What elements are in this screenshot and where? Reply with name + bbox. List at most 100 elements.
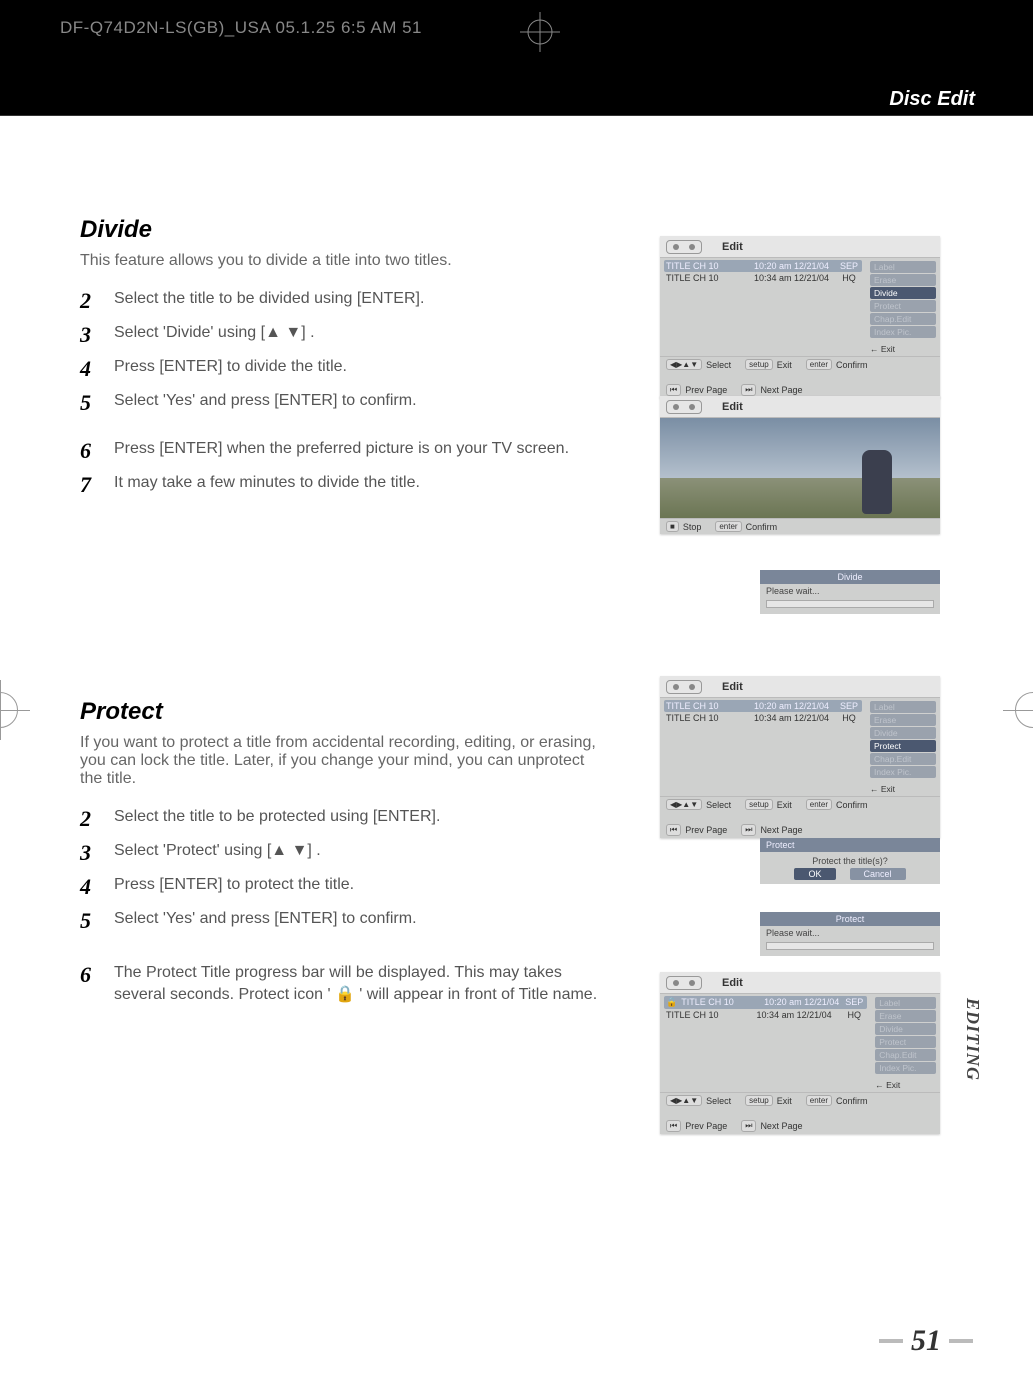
step-text: Press [ENTER] to divide the title. bbox=[114, 356, 347, 378]
menu-divide[interactable]: Divide bbox=[870, 287, 936, 299]
menu-protect[interactable]: Protect bbox=[875, 1036, 936, 1048]
menu-exit[interactable]: ← Exit bbox=[875, 1080, 936, 1090]
step-text: Select 'Yes' and press [ENTER] to confir… bbox=[114, 908, 417, 930]
menu-chapedit[interactable]: Chap.Edit bbox=[870, 313, 936, 325]
step-number: 4 bbox=[80, 874, 114, 900]
menu-exit[interactable]: ← Exit bbox=[870, 784, 936, 794]
setup-key: setup bbox=[745, 359, 773, 370]
title-row: TITLE CH 10 10:20 am 12/21/04 SEP bbox=[664, 260, 862, 272]
menu-erase[interactable]: Erase bbox=[870, 714, 936, 726]
osd-divide-preview: Edit ■Stop enterConfirm bbox=[660, 396, 940, 534]
osd-protect-progress: Protect Please wait... bbox=[760, 912, 940, 956]
menu-label[interactable]: Label bbox=[870, 701, 936, 713]
step-text: Select the title to be divided using [EN… bbox=[114, 288, 424, 310]
dash-icon bbox=[879, 1339, 903, 1343]
step-number: 6 bbox=[80, 962, 114, 988]
remote-icon bbox=[666, 400, 702, 414]
menu-indexpic[interactable]: Index Pic. bbox=[875, 1062, 936, 1074]
enter-key: enter bbox=[715, 521, 741, 532]
progress-title: Divide bbox=[760, 570, 940, 584]
chapter-tab: Disc Edit bbox=[889, 88, 975, 111]
menu-label[interactable]: Label bbox=[875, 997, 936, 1009]
osd-divide-progress: Divide Please wait... bbox=[760, 570, 940, 614]
osd-divide-edit: Edit TITLE CH 10 10:20 am 12/21/04 SEP T… bbox=[660, 236, 940, 398]
menu-exit[interactable]: ← Exit bbox=[870, 344, 936, 354]
page-number: 51 bbox=[879, 1324, 973, 1358]
enter-key: enter bbox=[806, 1095, 832, 1106]
osd-footer: ◀▶▲▼Select setupExit enterConfirm ⏮Prev … bbox=[660, 356, 940, 398]
menu-divide[interactable]: Divide bbox=[870, 727, 936, 739]
title-row: TITLE CH 10 10:34 am 12/21/04 HQ bbox=[664, 272, 862, 284]
progress-text: Please wait... bbox=[760, 584, 940, 598]
step-text: Press [ENTER] when the preferred picture… bbox=[114, 438, 569, 460]
menu-erase[interactable]: Erase bbox=[870, 274, 936, 286]
title-row: TITLE CH 10 10:20 am 12/21/04 SEP bbox=[664, 700, 862, 712]
doc-meta: DF-Q74D2N-LS(GB)_USA 05.1.25 6:5 AM 51 bbox=[60, 18, 422, 38]
menu-label[interactable]: Label bbox=[870, 261, 936, 273]
osd-footer: ■Stop enterConfirm bbox=[660, 518, 940, 534]
setup-key: setup bbox=[745, 799, 773, 810]
osd-protect-result: Edit 🔒 TITLE CH 10 10:20 am 12/21/04 SEP… bbox=[660, 972, 940, 1134]
menu-indexpic[interactable]: Index Pic. bbox=[870, 766, 936, 778]
preview-image bbox=[660, 418, 940, 518]
step-number: 2 bbox=[80, 806, 114, 832]
stop-icon: ■ bbox=[666, 521, 679, 532]
step-number: 4 bbox=[80, 356, 114, 382]
osd-protect-confirm: Protect Protect the title(s)? OK Cancel bbox=[760, 838, 940, 884]
nav-icon: ◀▶▲▼ bbox=[666, 799, 702, 810]
step-number: 3 bbox=[80, 322, 114, 348]
nav-icon: ◀▶▲▼ bbox=[666, 359, 702, 370]
osd-title: Edit bbox=[722, 681, 743, 693]
lock-icon: 🔒 bbox=[666, 997, 677, 1008]
menu-chapedit[interactable]: Chap.Edit bbox=[870, 753, 936, 765]
progress-bar bbox=[766, 942, 934, 950]
osd-footer: ◀▶▲▼Select setupExit enterConfirm ⏮Prev … bbox=[660, 796, 940, 838]
step-text: Select the title to be protected using [… bbox=[114, 806, 440, 828]
title-row: TITLE CH 10 10:34 am 12/21/04 HQ bbox=[664, 1009, 867, 1021]
cancel-button[interactable]: Cancel bbox=[850, 868, 906, 880]
setup-key: setup bbox=[745, 1095, 773, 1106]
next-icon: ⏭ bbox=[741, 1120, 756, 1132]
menu-divide[interactable]: Divide bbox=[875, 1023, 936, 1035]
osd-footer: ◀▶▲▼Select setupExit enterConfirm ⏮Prev … bbox=[660, 1092, 940, 1134]
step-text: Press [ENTER] to protect the title. bbox=[114, 874, 354, 896]
menu-chapedit[interactable]: Chap.Edit bbox=[875, 1049, 936, 1061]
nav-icon: ◀▶▲▼ bbox=[666, 1095, 702, 1106]
menu-indexpic[interactable]: Index Pic. bbox=[870, 326, 936, 338]
step-text: Select 'Protect' using [▲ ▼] . bbox=[114, 840, 321, 862]
ok-button[interactable]: OK bbox=[794, 868, 835, 880]
step-number: 2 bbox=[80, 288, 114, 314]
next-icon: ⏭ bbox=[741, 824, 756, 836]
step-number: 5 bbox=[80, 390, 114, 416]
step-text: Select 'Yes' and press [ENTER] to confir… bbox=[114, 390, 417, 412]
step-number: 3 bbox=[80, 840, 114, 866]
top-bar: DF-Q74D2N-LS(GB)_USA 05.1.25 6:5 AM 51 D… bbox=[0, 0, 1033, 115]
progress-title: Protect bbox=[760, 912, 940, 926]
osd-title: Edit bbox=[722, 401, 743, 413]
figure-icon bbox=[862, 450, 892, 514]
osd-title: Edit bbox=[722, 241, 743, 253]
osd-title: Edit bbox=[722, 977, 743, 989]
title-row: 🔒 TITLE CH 10 10:20 am 12/21/04 SEP bbox=[664, 996, 867, 1009]
osd-protect-edit: Edit TITLE CH 10 10:20 am 12/21/04 SEP T… bbox=[660, 676, 940, 838]
enter-key: enter bbox=[806, 359, 832, 370]
menu-protect[interactable]: Protect bbox=[870, 740, 936, 752]
confirm-title: Protect bbox=[760, 838, 940, 852]
step-text: The Protect Title progress bar will be d… bbox=[114, 962, 600, 1007]
confirm-question: Protect the title(s)? bbox=[760, 852, 940, 868]
menu-erase[interactable]: Erase bbox=[875, 1010, 936, 1022]
step-number: 5 bbox=[80, 908, 114, 934]
remote-icon bbox=[666, 976, 702, 990]
prev-icon: ⏮ bbox=[666, 824, 681, 836]
step-number: 7 bbox=[80, 472, 114, 498]
register-mark-icon bbox=[520, 12, 560, 52]
menu-protect[interactable]: Protect bbox=[870, 300, 936, 312]
next-icon: ⏭ bbox=[741, 384, 756, 396]
divide-intro: This feature allows you to divide a titl… bbox=[80, 252, 600, 270]
progress-bar bbox=[766, 600, 934, 608]
prev-icon: ⏮ bbox=[666, 384, 681, 396]
remote-icon bbox=[666, 680, 702, 694]
protect-intro: If you want to protect a title from acci… bbox=[80, 734, 600, 788]
step-text: Select 'Divide' using [▲ ▼] . bbox=[114, 322, 315, 344]
remote-icon bbox=[666, 240, 702, 254]
